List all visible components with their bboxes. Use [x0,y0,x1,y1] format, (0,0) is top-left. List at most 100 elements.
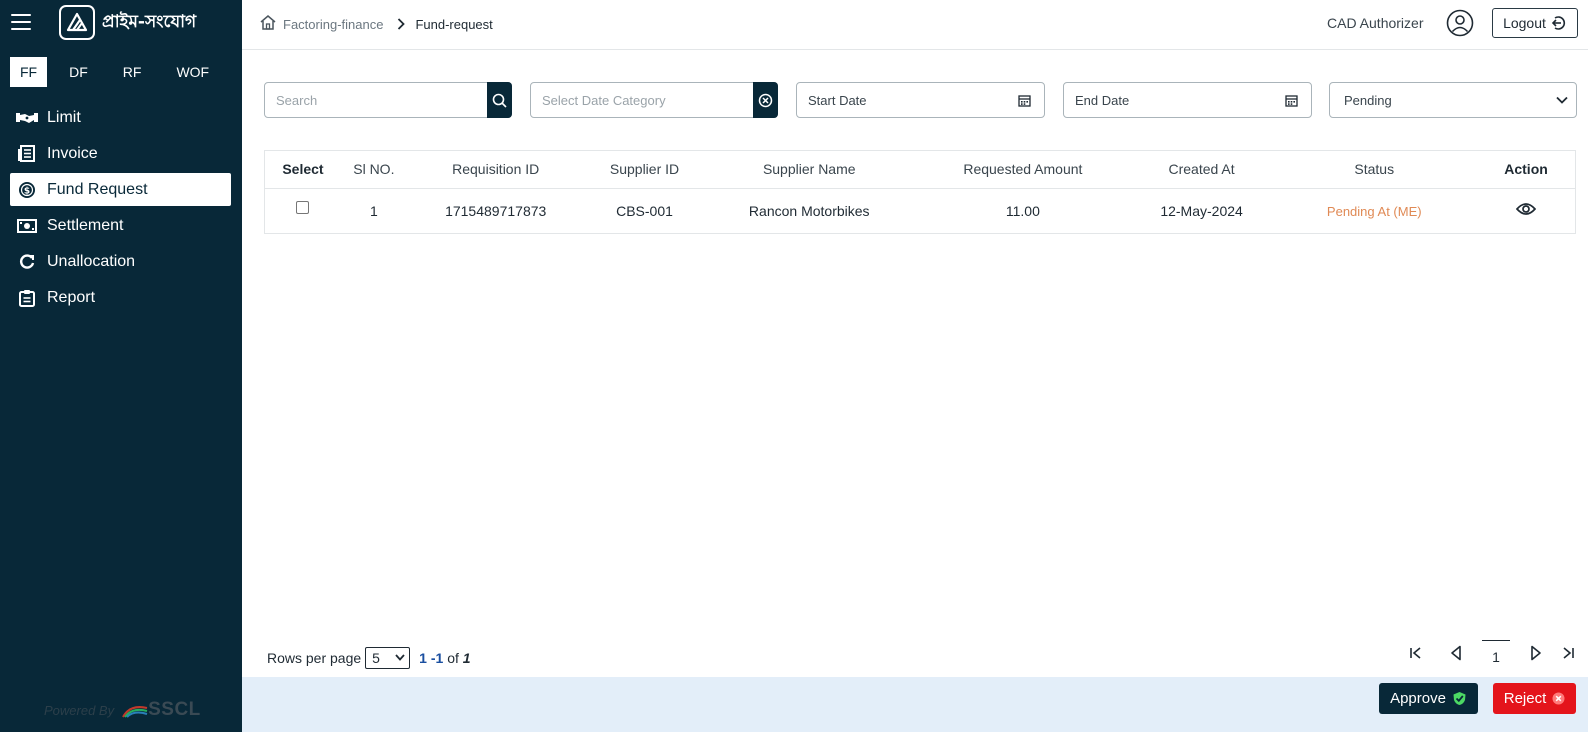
breadcrumb: Factoring-finance Fund-request [259,14,493,34]
check-icon [1453,692,1466,705]
date-category-select [530,82,778,118]
sidebar-item-unallocation[interactable]: Unallocation [10,245,231,278]
table-header-row: Select Sl NO. Requisition ID Supplier ID… [265,151,1575,189]
column-header-requested-amount: Requested Amount [914,151,1132,189]
search-button[interactable] [487,82,512,118]
range-of: of [447,650,459,666]
brand-name: প্রাইম-সংযোগ [102,11,197,32]
search-box [264,82,512,118]
search-input[interactable] [265,83,487,117]
view-eye-icon[interactable] [1516,202,1537,216]
status-select-value: Pending [1344,92,1392,108]
sidebar-item-label: Invoice [47,144,98,162]
logout-icon [1551,16,1565,30]
cell-sl-no: 1 [369,202,378,219]
fund-request-table: Select Sl NO. Requisition ID Supplier ID… [264,150,1576,234]
rows-per-page: Rows per page 5 1 -1 of 1 [267,647,471,669]
range-end: -1 [430,650,444,666]
dollar-circle-icon: $ [16,181,38,199]
table-row: 1 1715489717873 CBS-001 Rancon Motorbike… [265,188,1575,233]
next-page-icon[interactable] [1524,641,1548,665]
column-header-supplier-id: Supplier ID [584,151,705,189]
start-date-placeholder: Start Date [808,92,867,108]
chevron-right-icon [397,18,406,30]
pagination-range: 1 -1 of 1 [419,650,470,666]
tab-ff[interactable]: FF [10,57,48,87]
tab-rf[interactable]: RF [113,57,152,87]
sscl-logo: SSCL [122,699,201,721]
close-icon [1552,692,1565,705]
reject-label: Reject [1503,690,1547,707]
first-page-icon[interactable] [1404,641,1428,665]
handshake-icon [16,109,38,127]
powered-by: Powered By SSCL [44,699,201,721]
row-select-checkbox[interactable] [296,200,310,214]
powered-by-label: Powered By [44,702,115,718]
chevron-down-icon [1556,96,1568,104]
cell-created-at: 12-May-2024 [1160,202,1243,219]
sidebar-item-report[interactable]: Report [10,281,231,314]
range-total: 1 [462,650,471,666]
start-date-field[interactable]: Start Date [796,82,1045,118]
sidebar-item-label: Report [47,288,96,306]
user-role: CAD Authorizer [1327,15,1424,31]
sscl-text: SSCL [148,699,201,720]
tab-df[interactable]: DF [59,57,98,87]
column-header-requisition-id: Requisition ID [406,151,585,189]
sidebar-item-settlement[interactable]: Settlement [10,209,231,242]
calendar-icon [1018,94,1031,107]
rows-per-page-value: 5 [372,650,380,666]
sidebar-nav: Limit Invoice $ Fund Request Settlement … [10,101,231,317]
cell-requisition-id: 1715489717873 [445,202,547,219]
sidebar-item-fund-request[interactable]: $ Fund Request [10,173,231,206]
range-start: 1 [419,650,427,666]
rows-per-page-label: Rows per page [267,650,362,666]
logo-icon [59,5,95,40]
status-select[interactable]: Pending [1329,82,1577,118]
svg-text:$: $ [24,186,30,196]
top-header: Factoring-finance Fund-request CAD Autho… [242,0,1588,50]
logout-button[interactable]: Logout [1492,8,1578,38]
clear-date-category-button[interactable] [753,82,778,118]
prev-page-icon[interactable] [1444,641,1468,665]
reject-button[interactable]: Reject [1493,683,1576,714]
invoice-icon [16,145,38,163]
column-header-created-at: Created At [1131,151,1272,189]
column-header-supplier-name: Supplier Name [704,151,915,189]
sidebar-item-label: Unallocation [47,252,136,270]
sscl-mark-icon [122,706,148,718]
user-avatar-icon[interactable] [1446,9,1474,37]
clear-icon [758,93,773,107]
mode-tabs: FF DF RF WOF [10,57,234,87]
refresh-icon [16,253,38,271]
clipboard-icon [16,289,38,307]
column-header-sl-no: Sl NO. [340,151,407,189]
sidebar-item-invoice[interactable]: Invoice [10,137,231,170]
last-page-icon[interactable] [1556,641,1580,665]
sidebar-item-label: Fund Request [47,180,148,198]
sidebar-item-label: Settlement [47,216,124,234]
breadcrumb-current: Fund-request [415,16,493,32]
menu-icon[interactable] [11,14,31,30]
brand[interactable]: প্রাইম-সংযোগ [59,5,196,40]
logout-label: Logout [1503,15,1546,31]
end-date-field[interactable]: End Date [1063,82,1312,118]
date-category-input[interactable] [531,83,753,117]
approve-label: Approve [1390,690,1446,707]
action-bar: Approve Reject [242,677,1588,732]
column-header-status: Status [1271,151,1478,189]
tab-wof[interactable]: WOF [166,57,219,87]
rows-per-page-select[interactable]: 5 [365,647,411,669]
money-icon [16,217,38,235]
sidebar: প্রাইম-সংযোগ FF DF RF WOF Limit Invoice … [0,0,242,732]
approve-button[interactable]: Approve [1379,683,1478,714]
current-page-number[interactable]: 1 [1482,640,1510,665]
sidebar-item-limit[interactable]: Limit [10,101,231,134]
calendar-icon [1285,94,1298,107]
status-badge: Pending At (ME) [1326,203,1422,219]
pager: 1 [1404,640,1580,665]
breadcrumb-parent[interactable]: Factoring-finance [283,17,383,32]
home-icon[interactable] [259,14,277,34]
cell-supplier-name: Rancon Motorbikes [748,202,870,219]
column-header-select: Select [265,151,341,189]
